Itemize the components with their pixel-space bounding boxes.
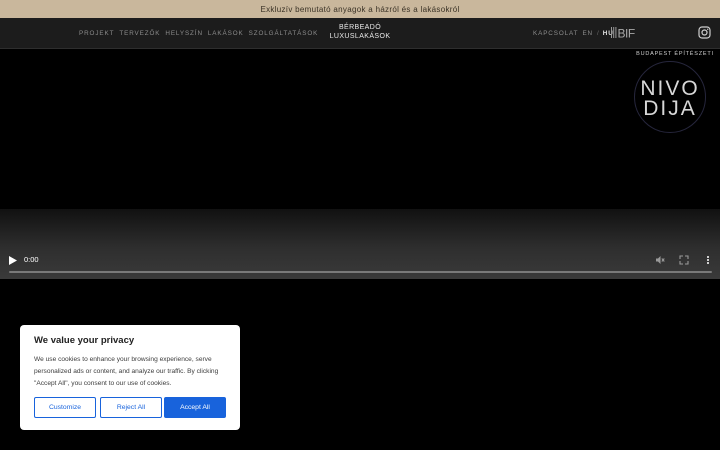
video-progress-bar[interactable] — [9, 271, 712, 273]
bif-logo-text: BIF — [618, 27, 635, 40]
nav-right: KAPCSOLAT EN / HU — [533, 18, 614, 48]
site-brand[interactable]: BÉRBEADÓ LUXUSLAKÁSOK — [310, 23, 410, 41]
fullscreen-icon[interactable] — [679, 255, 689, 265]
mute-icon[interactable] — [655, 255, 665, 265]
award-top-text: BUDAPEST ÉPÍTÉSZETI — [636, 51, 714, 57]
nav-link-helyszin[interactable]: HELYSZÍN — [165, 30, 203, 37]
reject-all-button[interactable]: Reject All — [100, 397, 162, 418]
instagram-icon[interactable] — [698, 26, 711, 39]
video-controls-bar — [0, 209, 720, 279]
award-title-line-2: DIJA — [643, 97, 697, 120]
video-time: 0:00 — [24, 255, 39, 264]
bif-logo[interactable]: BIF — [611, 26, 637, 39]
lang-separator: / — [597, 29, 599, 37]
nav-links: PROJEKT TERVEZŐK HELYSZÍN LAKÁSOK SZOLGÁ… — [79, 18, 318, 48]
nav-link-tervezok[interactable]: TERVEZŐK — [119, 30, 160, 37]
bif-logo-icon: BIF — [611, 27, 635, 40]
announcement-banner[interactable]: Exkluzív bemutató anyagok a házról és a … — [0, 0, 720, 18]
brand-line-1: BÉRBEADÓ — [338, 24, 382, 31]
award-badge[interactable]: BUDAPEST ÉPÍTÉSZETI NIVO DIJA — [620, 49, 720, 149]
more-options-icon[interactable] — [703, 255, 713, 265]
cookie-consent-dialog: We value your privacy We use cookies to … — [20, 325, 240, 430]
video-player[interactable] — [0, 49, 720, 209]
customize-button[interactable]: Customize — [34, 397, 96, 418]
lang-en[interactable]: EN — [582, 30, 593, 37]
brand-line-2: LUXUSLAKÁSOK — [329, 33, 391, 40]
accept-all-button[interactable]: Accept All — [164, 397, 226, 418]
nav-link-lakasok[interactable]: LAKÁSOK — [208, 30, 244, 37]
cookie-description: We use cookies to enhance your browsing … — [34, 356, 219, 387]
nav-link-projekt[interactable]: PROJEKT — [79, 30, 114, 37]
nav-link-szolgaltatasok[interactable]: SZOLGÁLTATÁSOK — [249, 30, 319, 37]
cookie-title: We value your privacy — [34, 335, 135, 346]
nav-link-kapcsolat[interactable]: KAPCSOLAT — [533, 30, 578, 37]
banner-text[interactable]: Exkluzív bemutató anyagok a házról és a … — [260, 5, 459, 14]
play-icon[interactable] — [9, 256, 17, 265]
